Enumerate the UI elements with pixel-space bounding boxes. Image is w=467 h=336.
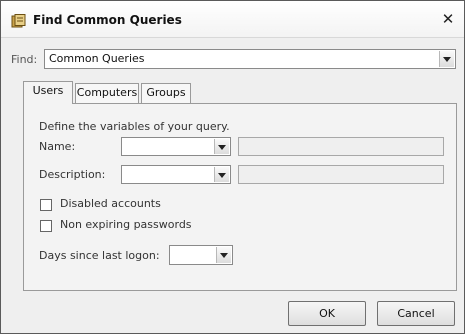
days-since-logon-label: Days since last logon: <box>39 249 160 262</box>
find-common-queries-dialog: Find Common Queries ✕ Find: Common Queri… <box>0 0 465 334</box>
description-operator-dropdown[interactable] <box>121 165 231 184</box>
days-since-logon-arrow[interactable] <box>216 247 231 263</box>
tab-groups[interactable]: Groups <box>141 83 191 103</box>
find-queries-icon <box>11 14 26 28</box>
find-dropdown-value: Common Queries <box>49 52 145 65</box>
ok-button[interactable]: OK <box>288 301 366 326</box>
disabled-accounts-label: Disabled accounts <box>60 197 161 210</box>
name-operator-arrow[interactable] <box>214 139 229 154</box>
days-since-logon-dropdown[interactable] <box>169 245 233 265</box>
close-button[interactable]: ✕ <box>440 11 456 27</box>
non-expiring-passwords-label: Non expiring passwords <box>60 218 192 231</box>
title-bar[interactable]: Find Common Queries ✕ <box>1 1 464 38</box>
chevron-down-icon <box>218 173 226 178</box>
chevron-down-icon <box>443 57 451 62</box>
description-value-field <box>238 165 444 184</box>
cancel-button[interactable]: Cancel <box>377 301 455 326</box>
name-label: Name: <box>39 140 76 153</box>
name-value-field <box>238 137 444 156</box>
find-dropdown[interactable]: Common Queries <box>44 49 456 69</box>
tab-computers[interactable]: Computers <box>75 83 139 103</box>
tab-users[interactable]: Users <box>23 81 73 104</box>
query-instruction: Define the variables of your query. <box>39 120 230 133</box>
find-dropdown-arrow[interactable] <box>439 51 454 67</box>
find-label: Find: <box>11 53 38 66</box>
dialog-title: Find Common Queries <box>33 13 182 27</box>
description-label: Description: <box>39 168 106 181</box>
non-expiring-passwords-checkbox[interactable] <box>40 220 52 232</box>
users-tab-panel: Define the variables of your query. Name… <box>23 103 457 291</box>
find-row: Find: Common Queries <box>11 49 456 71</box>
name-operator-dropdown[interactable] <box>121 137 231 156</box>
description-operator-arrow[interactable] <box>214 167 229 182</box>
chevron-down-icon <box>220 253 228 258</box>
chevron-down-icon <box>218 145 226 150</box>
disabled-accounts-checkbox[interactable] <box>40 199 52 211</box>
